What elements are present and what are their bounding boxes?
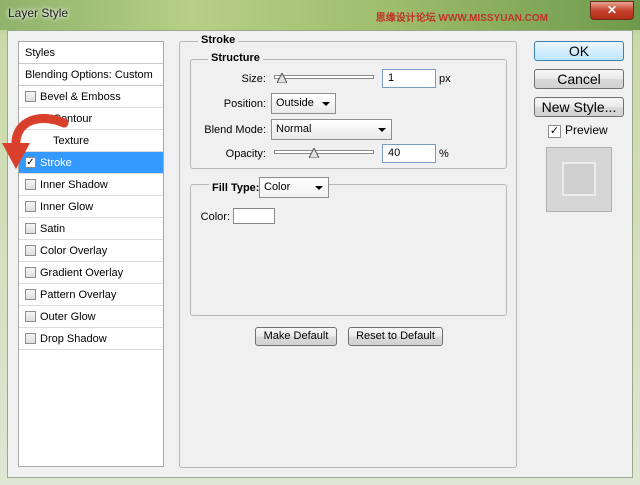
opacity-slider-track[interactable] bbox=[274, 150, 374, 154]
position-label: Position: bbox=[223, 98, 266, 110]
color-swatch[interactable] bbox=[233, 208, 275, 224]
blending-options-item[interactable]: Blending Options: Custom bbox=[19, 64, 163, 86]
style-item-label: Color Overlay bbox=[40, 245, 108, 257]
style-item-inner-glow[interactable]: Inner Glow bbox=[19, 196, 163, 218]
color-label: Color: bbox=[200, 211, 230, 223]
style-checkbox[interactable] bbox=[25, 311, 36, 322]
title-bar: Layer Style 思缘设计论坛 WWW.MISSYUAN.COM ✕ bbox=[0, 0, 640, 30]
style-item-label: Satin bbox=[40, 223, 66, 235]
make-default-button[interactable]: Make Default bbox=[255, 327, 337, 346]
style-item-label: Bevel & Emboss bbox=[40, 91, 121, 103]
style-item-pattern-overlay[interactable]: Pattern Overlay bbox=[19, 284, 163, 306]
style-checkbox[interactable] bbox=[25, 289, 36, 300]
fill-type-select-value: Color bbox=[264, 181, 291, 193]
chevron-down-icon bbox=[315, 186, 323, 190]
close-button[interactable]: ✕ bbox=[590, 1, 634, 20]
fill-type-label: Fill Type: bbox=[209, 182, 263, 194]
styles-header[interactable]: Styles bbox=[19, 42, 163, 64]
window-title: Layer Style bbox=[8, 6, 69, 20]
style-item-label: Drop Shadow bbox=[40, 333, 107, 345]
blend-mode-label: Blend Mode: bbox=[204, 124, 266, 136]
size-slider-thumb[interactable] bbox=[277, 73, 287, 83]
fill-type-group bbox=[190, 184, 507, 316]
reset-to-default-button[interactable]: Reset to Default bbox=[348, 327, 443, 346]
style-item-label: Inner Glow bbox=[40, 201, 94, 213]
position-select[interactable]: Outside bbox=[271, 93, 336, 114]
opacity-label: Opacity: bbox=[225, 148, 266, 160]
style-item-label: Outer Glow bbox=[40, 311, 96, 323]
position-select-value: Outside bbox=[276, 97, 314, 109]
style-checkbox[interactable] bbox=[25, 333, 36, 344]
ok-button[interactable]: OK bbox=[534, 41, 624, 61]
style-item-color-overlay[interactable]: Color Overlay bbox=[19, 240, 163, 262]
preview-thumbnail bbox=[546, 147, 612, 212]
new-style-button[interactable]: New Style... bbox=[534, 97, 624, 117]
style-checkbox[interactable] bbox=[25, 245, 36, 256]
style-checkbox[interactable] bbox=[25, 201, 36, 212]
style-item-satin[interactable]: Satin bbox=[19, 218, 163, 240]
red-arrow-icon bbox=[2, 114, 69, 169]
opacity-unit: % bbox=[439, 148, 449, 160]
style-item-label: Pattern Overlay bbox=[40, 289, 117, 301]
dialog-body: Styles Blending Options: Custom Bevel & … bbox=[2, 30, 633, 478]
stroke-group-title: Stroke bbox=[198, 34, 239, 46]
blend-mode-select[interactable]: Normal bbox=[271, 119, 392, 140]
size-input[interactable]: 1 bbox=[382, 69, 436, 88]
styles-list: Styles Blending Options: Custom Bevel & … bbox=[18, 41, 164, 467]
watermark-text: 思缘设计论坛 WWW.MISSYUAN.COM bbox=[375, 13, 548, 24]
preview-label: Preview bbox=[565, 123, 608, 137]
blend-mode-select-value: Normal bbox=[276, 123, 312, 135]
style-checkbox[interactable] bbox=[25, 223, 36, 234]
size-label: Size: bbox=[241, 73, 266, 85]
fill-type-select[interactable]: Color bbox=[259, 177, 329, 198]
style-item-bevel-emboss[interactable]: Bevel & Emboss bbox=[19, 86, 163, 108]
preview-inner-square bbox=[562, 162, 596, 196]
style-checkbox[interactable] bbox=[25, 91, 36, 102]
size-slider-track[interactable] bbox=[274, 75, 374, 79]
chevron-down-icon bbox=[378, 128, 386, 132]
style-item-gradient-overlay[interactable]: Gradient Overlay bbox=[19, 262, 163, 284]
preview-checkbox[interactable]: ✓ bbox=[548, 125, 561, 138]
style-item-drop-shadow[interactable]: Drop Shadow bbox=[19, 328, 163, 350]
size-unit: px bbox=[439, 73, 451, 85]
structure-group-title: Structure bbox=[208, 52, 263, 64]
style-item-outer-glow[interactable]: Outer Glow bbox=[19, 306, 163, 328]
chevron-down-icon bbox=[322, 102, 330, 106]
style-item-label: Gradient Overlay bbox=[40, 267, 124, 279]
opacity-slider-thumb[interactable] bbox=[309, 148, 319, 158]
opacity-input[interactable]: 40 bbox=[382, 144, 436, 163]
style-checkbox[interactable] bbox=[25, 267, 36, 278]
cancel-button[interactable]: Cancel bbox=[534, 69, 624, 89]
